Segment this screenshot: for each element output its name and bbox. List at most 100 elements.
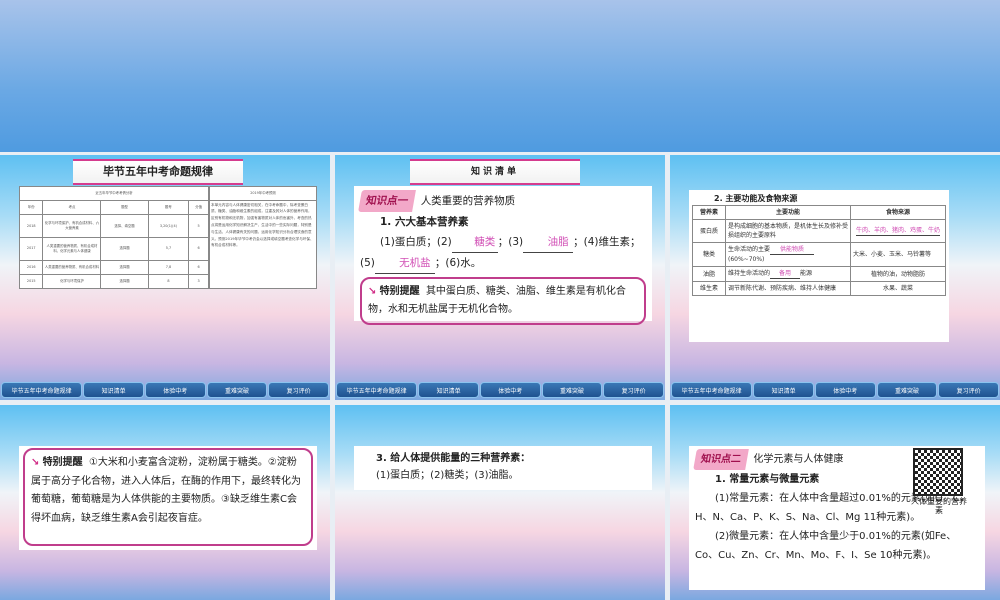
table-row: 糖类 生命活动的主要 供能物质 (60%~70%) 大米、小麦、玉米、马铃薯等 [692,242,946,267]
qr-caption: 人体重要的营养素 [911,497,967,515]
nav-review-button[interactable]: 复习评价 [603,382,664,398]
answer-blank: 供能物质 [770,245,815,255]
table-cell: 人类重要的营养物质、有机合成材料、化学元素与人体健康 [42,236,102,261]
col-header: 题号 [147,200,190,216]
nav-review-button[interactable]: 复习评价 [268,382,329,398]
slide-nav-bar: 毕节五年中考命题规律 知识清单 体验中考 重难突破 复习评价 [670,382,1000,398]
answer-blank: 油脂 [523,232,574,253]
text: (2)微量元素：在人体中含量少于0.01%的元素(如Fe、Co、Cu、Zn、Cr… [695,531,957,561]
answer-blank: 牛肉、羊肉、猪肉、鸡蛋、牛奶 [855,227,940,236]
answer-blank: 无机盐 [374,253,435,274]
table-cell: 选择、填空题 [100,214,149,238]
table-cell: 糖类 [692,242,726,267]
section-heading: 人类重要的营养物质 [420,195,516,207]
sub-heading: 1. 六大基本营养素 [380,216,469,228]
table-cell: 选择题 [100,259,149,275]
slide-thumbnail-3[interactable]: 2. 主要功能及食物来源 营养素 主要功能 食物来源 蛋白质 是构成细胞的基本物质… [670,155,1000,400]
answer-blank: 糖类 [451,232,498,253]
nav-knowledge-button[interactable]: 知识清单 [753,382,814,398]
table-row: 2017 人类重要的营养物质、有机合成材料、化学元素与人体健康 选择题 5,7 6 [18,236,209,261]
knowledge-tag: 知识点一 [358,190,416,212]
nav-experience-button[interactable]: 体验中考 [144,382,206,398]
table-cell: 选择题 [100,236,149,261]
slide-thumbnail-1[interactable]: 毕节五年中考命题规律 近五年毕节中考考情分析 年份 考点 题型 题号 分值 20… [0,155,330,400]
slide-title: 知识清单 [410,159,580,185]
table-cell: 植物的油，动物脂肪 [850,266,946,282]
tip-box: ↘ 特别提醒 ①大米和小麦富含淀粉，淀粉属于糖类。②淀粉属于高分子化合物，进入人… [23,448,313,546]
sub-heading: 3. 给人体提供能量的三种营养素： [376,453,531,464]
tip-box: ↘ 特别提醒 其中蛋白质、糖类、油脂、维生素是有机化合物，水和无机盐属于无机化合… [360,277,646,325]
table-cell: 维持生命活动的 备用 能源 [725,266,851,282]
table-cell: 2017 [18,236,44,261]
current-slide-area [0,0,1000,152]
col-header: 分值 [188,200,209,216]
col-header: 食物来源 [850,205,946,220]
table-cell: 人类重要的营养物质、有机合成材料 [42,259,102,275]
table-cell: 选择题 [100,273,149,290]
knowledge-tag: 知识点二 [693,449,749,470]
nav-rule-button[interactable]: 毕节五年中考命题规律 [671,382,753,398]
nav-experience-button[interactable]: 体验中考 [814,382,876,398]
table-cell: 3,20(1)(4) [147,214,190,238]
table-row: 维生素 调节新陈代谢、预防疾病、维持人体健康 水果、蔬菜 [692,281,946,296]
table-cell: 生命活动的主要 供能物质 (60%~70%) [725,242,851,267]
slide-thumbnail-4[interactable]: ↘ 特别提醒 ①大米和小麦富含淀粉，淀粉属于糖类。②淀粉属于高分子化合物，进入人… [0,405,330,600]
answer-blank: 备用 [770,269,801,279]
table-cell: 2016 [18,259,44,275]
slide-thumbnail-2[interactable]: 知识清单 知识点一 人类重要的营养物质 1. 六大基本营养素 (1)蛋白质；(2… [335,155,665,400]
table-cell: 6 [188,259,209,275]
table-row: 2018 化学与环境保护、有机合成材料、六大营养素 选择、填空题 3,20(1)(4)… [18,214,209,238]
arrow-icon: ↘ [31,457,40,468]
table-cell: 5,7 [147,236,190,261]
table-cell: 化学与环境保护 [42,273,102,290]
slide-nav-bar: 毕节五年中考命题规律 知识清单 体验中考 重难突破 复习评价 [335,382,665,398]
table-cell: 牛肉、羊肉、猪肉、鸡蛋、牛奶 [850,219,946,243]
slide-nav-bar: 毕节五年中考命题规律 知识清单 体验中考 重难突破 复习评价 [0,382,330,398]
section-heading: 化学元素与人体健康 [753,454,844,465]
table-row: 油脂 维持生命活动的 备用 能源 植物的油，动物脂肪 [692,266,946,282]
slide-thumbnail-6[interactable]: 知识点二 化学元素与人体健康 1. 常量元素与微量元素 (1)常量元素：在人体中… [670,405,1000,600]
table-cell: 2015 [18,273,44,290]
table-cell: 6 [188,236,209,261]
table-cell: 8 [147,273,190,290]
table-cell: 2018 [18,214,44,238]
tip-label: 特别提醒 [42,457,83,468]
table-cell: 蛋白质 [692,219,726,243]
table-cell: 水果、蔬菜 [850,281,946,296]
nav-knowledge-button[interactable]: 知识清单 [83,382,144,398]
col-header: 主要功能 [725,205,851,220]
table-row: 2016 人类重要的营养物质、有机合成材料 选择题 7,8 6 [18,259,209,275]
nav-difficulty-button[interactable]: 重难突破 [206,382,268,398]
nav-difficulty-button[interactable]: 重难突破 [876,382,938,398]
nav-experience-button[interactable]: 体验中考 [479,382,541,398]
table-cell: 化学与环境保护、有机合成材料、六大营养素 [42,214,102,238]
nutrient-table: 营养素 主要功能 食物来源 蛋白质 是构成细胞的基本物质，是机体生长及修补受损组织… [692,205,946,296]
table-cell: 调节新陈代谢、预防疾病、维持人体健康 [725,281,851,296]
table-cell: 5 [188,214,209,238]
text: ；(6)水。 [434,257,482,269]
col-header: 考点 [42,200,102,216]
nav-rule-button[interactable]: 毕节五年中考命题规律 [336,382,418,398]
slide-title: 毕节五年中考命题规律 [73,159,243,185]
arrow-icon: ↘ [368,286,377,297]
table-row: 2015 化学与环境保护 选择题 8 3 [18,273,209,290]
table-row: 蛋白质 是构成细胞的基本物质，是机体生长及修补受损组织的主要原料 牛肉、羊肉、猪肉、… [692,219,946,243]
table-cell: 7,8 [147,259,190,275]
forecast-text: 本单元内容与人体健康密切相关，在中考命题中，除考查蛋白质、糖类、油脂和维生素的组… [209,199,317,290]
text: ；(3) [497,236,524,248]
sub-heading: 2. 主要功能及食物来源 [714,194,798,203]
qr-code-icon[interactable] [913,448,963,496]
nav-knowledge-button[interactable]: 知识清单 [418,382,479,398]
table-caption: 近五年毕节中考考情分析 [19,185,209,202]
text: (1)蛋白质；(2)糖类；(3)油脂。 [376,470,519,481]
table-cell: 大米、小麦、玉米、马铃薯等 [850,242,946,267]
nav-difficulty-button[interactable]: 重难突破 [541,382,603,398]
table-cell: 维生素 [692,281,726,296]
forecast-caption: 2019年中考预测 [209,186,317,201]
col-header: 题型 [100,200,149,216]
nav-rule-button[interactable]: 毕节五年中考命题规律 [1,382,83,398]
nav-review-button[interactable]: 复习评价 [938,382,999,398]
slide-thumbnail-5[interactable]: 3. 给人体提供能量的三种营养素： (1)蛋白质；(2)糖类；(3)油脂。 [335,405,665,600]
exam-analysis-table: 近五年毕节中考考情分析 年份 考点 题型 题号 分值 2018 化学与环境保护、有… [18,185,209,290]
table-cell: 油脂 [692,266,726,282]
